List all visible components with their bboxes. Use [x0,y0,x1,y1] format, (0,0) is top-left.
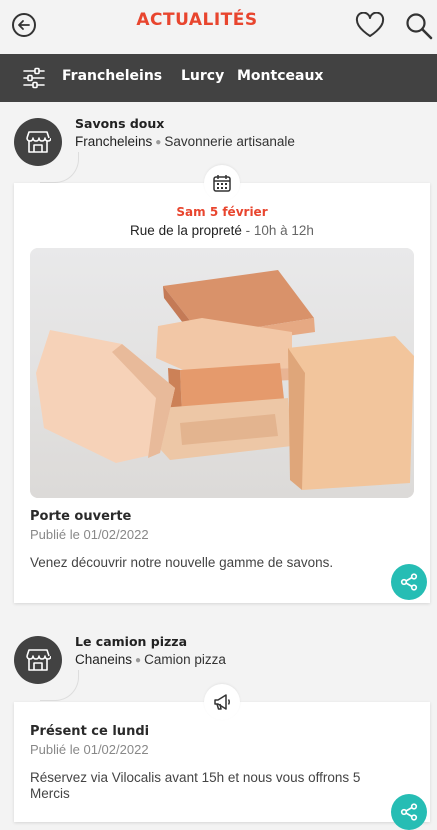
shop-town: Francheleins [75,134,153,149]
separator-dot: ● [135,655,142,666]
shop-town: Chaneins [75,652,133,667]
event-photo[interactable] [30,248,414,498]
share-button[interactable] [391,794,427,830]
shop-category: Savonnerie artisanale [164,134,295,149]
separator-dot: ● [155,137,162,148]
news-card[interactable]: Présent ce lundi Publié le 01/02/2022 Ré… [14,684,430,830]
event-description: Venez découvrir notre nouvelle gamme de … [30,555,334,570]
shop-meta: Francheleins ● Savonnerie artisanale [75,134,295,149]
event-title[interactable]: Porte ouverte [30,509,131,524]
event-date: Sam 5 février [176,205,268,219]
shop-name[interactable]: Savons doux [75,116,164,131]
thread-connector [40,670,79,701]
heart-icon[interactable] [355,11,385,43]
calendar-icon [213,175,231,192]
published-date: Publié le 01/02/2022 [30,742,149,757]
event-description: Réservez via Vilocalis avant 15h et nous… [30,770,361,801]
megaphone-icon [214,694,230,710]
search-icon[interactable] [405,12,433,45]
filter-chip-francheleins[interactable]: Francheleins [62,68,162,84]
shop-icon [26,649,51,671]
page-title: ACTUALITÉS [136,10,258,30]
event-hours: - 10h à 12h [241,223,314,238]
filter-sliders-icon[interactable] [22,67,46,94]
share-icon [400,803,418,821]
shop-meta: Chaneins ● Camion pizza [75,652,226,667]
share-icon [400,573,418,591]
filter-chip-lurcy[interactable]: Lurcy [181,68,224,84]
shop-category: Camion pizza [144,652,226,667]
village-filter-bar: Francheleins Lurcy Montceaux [0,54,437,102]
event-place: Rue de la propreté [130,223,242,238]
shop-icon [26,131,51,153]
app-header: ACTUALITÉS [0,0,437,54]
published-date: Publié le 01/02/2022 [30,527,149,542]
event-title[interactable]: Présent ce lundi [30,724,149,739]
filter-chip-montceaux[interactable]: Montceaux [237,68,323,84]
announcement-type-badge [204,684,240,720]
shop-name[interactable]: Le camion pizza [75,634,187,649]
thread-connector [40,152,79,183]
share-button[interactable] [391,564,427,600]
event-location: Rue de la propreté - 10h à 12h [14,223,430,238]
news-card[interactable]: Sam 5 février Rue de la propreté - 10h à… [14,165,430,603]
event-type-badge [204,165,240,201]
